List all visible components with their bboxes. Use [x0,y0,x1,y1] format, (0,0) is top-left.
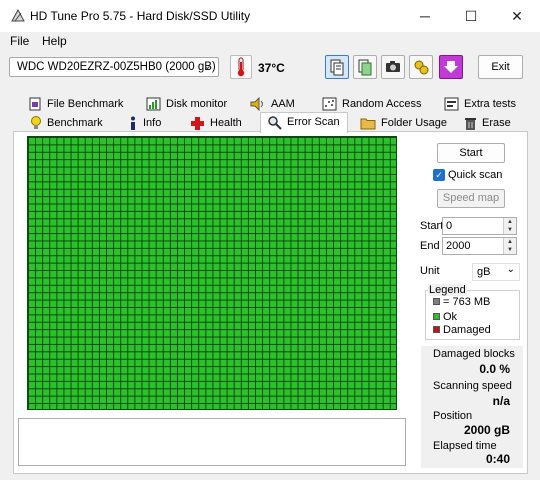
start-field[interactable]: 0 ▲ ▼ [442,217,517,235]
legend-swatch-block [433,298,440,305]
tab-benchmark[interactable]: Benchmark [30,114,103,132]
menu-file[interactable]: File [10,34,29,48]
start-field-label: Start [420,220,444,232]
window-title: HD Tune Pro 5.75 - Hard Disk/SSD Utility [30,9,251,23]
tab-folder-usage[interactable]: Folder Usage [360,114,447,132]
menu-bar [0,32,540,52]
chevron-down-icon: ⌄ [202,60,212,72]
close-button[interactable]: ✕ [494,0,540,32]
legend-title: Legend [428,284,467,296]
tab-erase[interactable]: Erase [464,114,511,132]
tab-extra-tests[interactable]: Extra tests [444,95,516,113]
scan-block-map [27,136,397,410]
damaged-blocks-label: Damaged blocks [433,348,515,360]
drive-select[interactable]: WDC WD20EZRZ-00Z5HB0 (2000 gB) ⌄ [9,57,219,77]
end-field-label: End [420,240,440,252]
speaker-icon [250,97,263,112]
damaged-blocks-value: 0.0 % [479,362,510,376]
options-icon [414,60,429,75]
download-icon [444,61,458,73]
tab-error-scan[interactable]: Error Scan [260,112,348,133]
exit-button[interactable]: Exit [478,55,523,79]
legend-swatch-damaged [433,326,440,333]
minimize-button[interactable]: ─ [402,0,448,32]
spin-down-icon[interactable]: ▼ [503,226,516,234]
screenshot-icon [386,61,400,72]
speed-map-button[interactable]: Speed map [437,189,505,208]
tab-aam[interactable]: AAM [250,95,295,113]
tab-disk-monitor[interactable]: Disk monitor [146,95,227,113]
unit-select-value: gB [477,266,491,278]
position-value: 2000 gB [463,423,510,437]
drive-select-value: WDC WD20EZRZ-00Z5HB0 (2000 gB) [17,61,216,73]
folder-icon [360,118,376,130]
maximize-button[interactable]: ☐ [448,0,494,32]
legend-block-size: = 763 MB [443,296,491,308]
spin-up-icon[interactable]: ▲ [503,238,516,246]
copy-info-icon [330,59,344,76]
health-cross-icon [191,116,204,130]
tab-info[interactable]: Info [128,114,161,132]
trash-icon [465,117,476,130]
quick-scan-label: Quick scan [448,169,503,181]
legend-swatch-ok [433,313,440,320]
legend-ok-label: Ok [443,311,458,323]
scanning-speed-value: n/a [492,394,510,408]
info-icon [131,116,135,130]
download-button[interactable] [439,55,463,79]
random-access-icon [322,97,337,111]
screenshot-button[interactable] [381,55,405,79]
scanning-speed-label: Scanning speed [433,380,512,392]
unit-select[interactable]: gB ⌄ [472,263,520,281]
end-field-value: 2000 [446,240,471,252]
quick-scan-checkbox[interactable]: ✓ [433,169,445,181]
menu-help[interactable]: Help [42,34,67,48]
app-logo-icon [11,9,25,22]
tab-health[interactable]: Health [190,114,242,132]
temperature-readout: 37°C [258,61,285,75]
thermometer-icon [230,55,252,79]
tab-random-access[interactable]: Random Access [322,95,421,113]
spin-up-icon[interactable]: ▲ [503,218,516,226]
tab-file-benchmark[interactable]: File Benchmark [28,95,123,113]
spin-down-icon[interactable]: ▼ [503,246,516,254]
legend-damaged-label: Damaged [443,324,491,336]
copy-text-icon [358,59,372,76]
options-button[interactable] [409,55,433,79]
magnifier-icon [268,116,282,130]
elapsed-time-value: 0:40 [485,452,510,466]
lightbulb-icon [31,115,41,129]
start-button[interactable]: Start [437,143,505,163]
chevron-down-icon: ⌄ [506,264,515,275]
position-label: Position [433,410,473,422]
disk-monitor-icon [146,97,161,111]
copy-info-button[interactable] [325,55,349,79]
unit-label: Unit [420,265,440,277]
elapsed-time-label: Elapsed time [433,440,497,452]
end-field[interactable]: 2000 ▲ ▼ [442,237,517,255]
file-benchmark-icon [29,97,41,111]
scan-log-area[interactable] [18,418,406,466]
extra-tests-icon [444,97,459,111]
start-field-value: 0 [446,220,453,232]
copy-text-button[interactable] [353,55,377,79]
